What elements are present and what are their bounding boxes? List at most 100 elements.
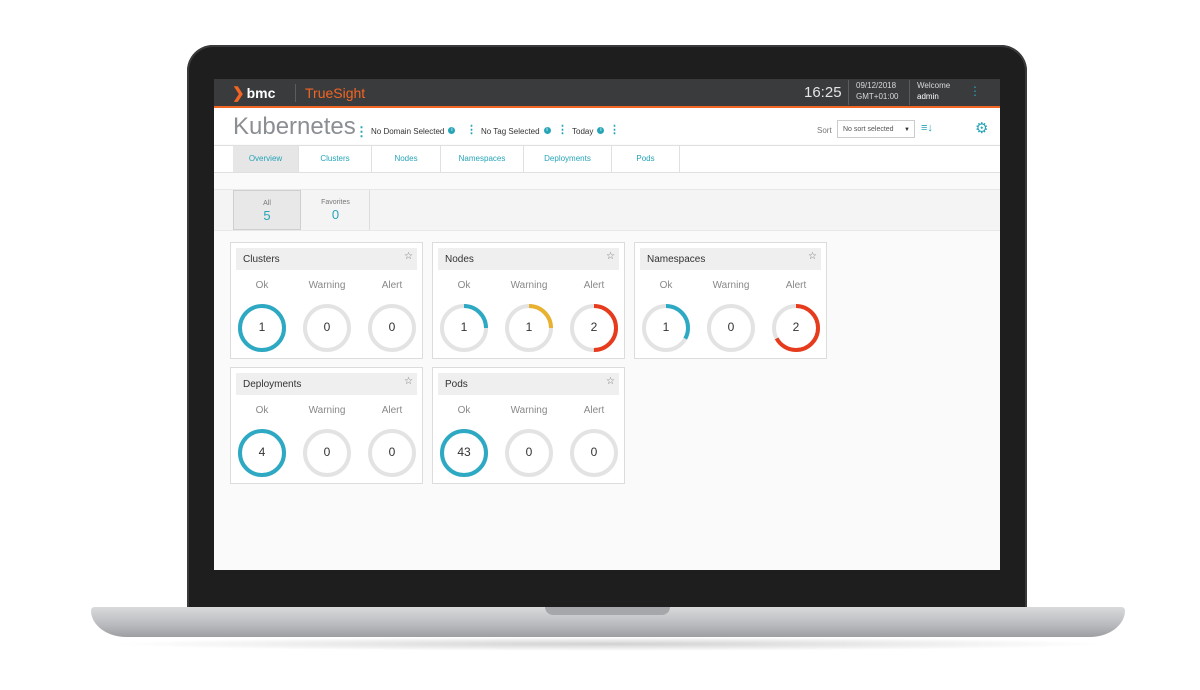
timezone: GMT+01:00 [856,92,899,101]
filter-favorites-label: Favorites [321,199,350,206]
count-warning: 0 [525,445,533,459]
status-label-warning: Warning [510,280,548,291]
time-kebab-icon[interactable]: ⋮ [609,123,620,136]
tab-deployments[interactable]: Deployments [524,146,612,172]
bmc-logo[interactable]: ❯ bmc [232,84,275,102]
product-name: TrueSight [305,85,366,101]
filter-favorites-count: 0 [331,207,340,222]
star-icon[interactable]: ☆ [808,251,817,262]
info-icon[interactable]: i [597,127,605,134]
domain-filter[interactable]: No Domain Selected i [371,127,456,136]
status-label-alert: Alert [785,280,807,291]
count-warning: 0 [323,320,331,334]
title-kebab-icon[interactable]: ⋮ [355,124,368,140]
tab-nodes[interactable]: Nodes [372,146,441,172]
card-title: Namespaces [647,254,706,265]
tab-clusters[interactable]: Clusters [299,146,372,172]
card-nodes[interactable]: Nodes ☆ Ok 1 Warning 1 Alert 2 [432,242,625,359]
count-ok: 1 [662,320,670,334]
star-icon[interactable]: ☆ [404,251,413,262]
time-filter[interactable]: Today i [572,127,605,136]
status-label-alert: Alert [381,280,403,291]
top-bar: ❯ bmc TrueSight 16:25 09/12/2018 GMT+01:0… [214,79,1000,108]
card-header: Clusters ☆ [236,248,417,270]
card-pods[interactable]: Pods ☆ Ok 43 Warning 0 Alert 0 [432,367,625,484]
status-label-ok: Ok [255,280,269,291]
filter-all[interactable]: All 5 [233,190,301,230]
sort-label: Sort [817,126,832,135]
date-block: 09/12/2018 GMT+01:00 [848,80,916,105]
card-title: Deployments [243,379,302,390]
clock: 16:25 [804,84,842,101]
sort-select[interactable]: No sort selected ▼ [837,120,915,138]
app-screen: ❯ bmc TrueSight 16:25 09/12/2018 GMT+01:0… [214,79,1000,570]
date: 09/12/2018 [856,81,897,90]
star-icon[interactable]: ☆ [606,376,615,387]
gear-icon[interactable]: ⚙ [975,119,988,137]
status-label-ok: Ok [659,280,673,291]
card-title: Nodes [445,254,474,265]
card-header: Deployments ☆ [236,373,417,395]
count-alert: 0 [388,445,396,459]
status-label-ok: Ok [255,405,269,416]
tab-overview[interactable]: Overview [233,146,299,172]
count-warning: 0 [727,320,735,334]
logo-text: bmc [246,85,276,101]
favorites-bar: All 5 Favorites 0 [214,189,1000,231]
card-header: Pods ☆ [438,373,619,395]
tab-namespaces[interactable]: Namespaces [441,146,524,172]
star-icon[interactable]: ☆ [404,376,413,387]
count-ok: 1 [460,320,468,334]
domain-kebab-icon[interactable]: ⋮ [466,123,477,136]
info-icon[interactable]: i [448,127,456,134]
tag-filter-label: No Tag Selected [481,127,540,136]
status-label-warning: Warning [308,280,346,291]
tag-kebab-icon[interactable]: ⋮ [557,123,568,136]
bmc-chevron-icon: ❯ [232,85,245,102]
card-title: Pods [445,379,468,390]
time-filter-label: Today [572,127,594,136]
star-icon[interactable]: ☆ [606,251,615,262]
info-icon[interactable]: i [543,127,551,134]
page-title: Kubernetes [233,113,356,140]
domain-filter-label: No Domain Selected [371,127,445,136]
status-label-ok: Ok [457,405,471,416]
filter-all-count: 5 [263,208,271,223]
card-namespaces[interactable]: Namespaces ☆ Ok 1 Warning 0 Alert 2 [634,242,827,359]
count-alert: 0 [388,320,396,334]
laptop-notch [545,607,670,615]
count-warning: 1 [525,320,533,334]
brand-divider [295,84,296,102]
caret-down-icon: ▼ [904,127,910,133]
filter-favorites[interactable]: Favorites 0 [302,190,370,230]
card-title: Clusters [243,254,280,265]
status-label-alert: Alert [381,405,403,416]
sort-direction-icon[interactable]: ≡↓ [921,122,933,134]
status-label-warning: Warning [510,405,548,416]
sort-value: No sort selected [843,126,894,133]
count-alert: 0 [590,445,598,459]
status-label-alert: Alert [583,405,605,416]
count-ok: 4 [258,445,266,459]
kebab-menu-icon[interactable]: ⋮ [969,84,981,98]
count-alert: 2 [590,320,598,334]
card-deployments[interactable]: Deployments ☆ Ok 4 Warning 0 Alert 0 [230,367,423,484]
page-header: Kubernetes ⋮ No Domain Selected i ⋮ No Ta… [214,108,1000,144]
status-label-ok: Ok [457,280,471,291]
tag-filter[interactable]: No Tag Selected i [481,127,551,136]
status-label-warning: Warning [308,405,346,416]
user-block[interactable]: Welcome admin [909,80,950,105]
tab-pods[interactable]: Pods [612,146,680,172]
card-header: Nodes ☆ [438,248,619,270]
count-alert: 2 [792,320,800,334]
welcome-label: Welcome [917,81,951,90]
count-ok: 1 [258,320,266,334]
status-label-warning: Warning [712,280,750,291]
count-warning: 0 [323,445,331,459]
laptop-shadow [110,637,1110,651]
card-clusters[interactable]: Clusters ☆ Ok 1 Warning 0 Alert 0 [230,242,423,359]
status-label-alert: Alert [583,280,605,291]
card-header: Namespaces ☆ [640,248,821,270]
count-ok: 43 [457,445,471,459]
username: admin [917,92,939,101]
